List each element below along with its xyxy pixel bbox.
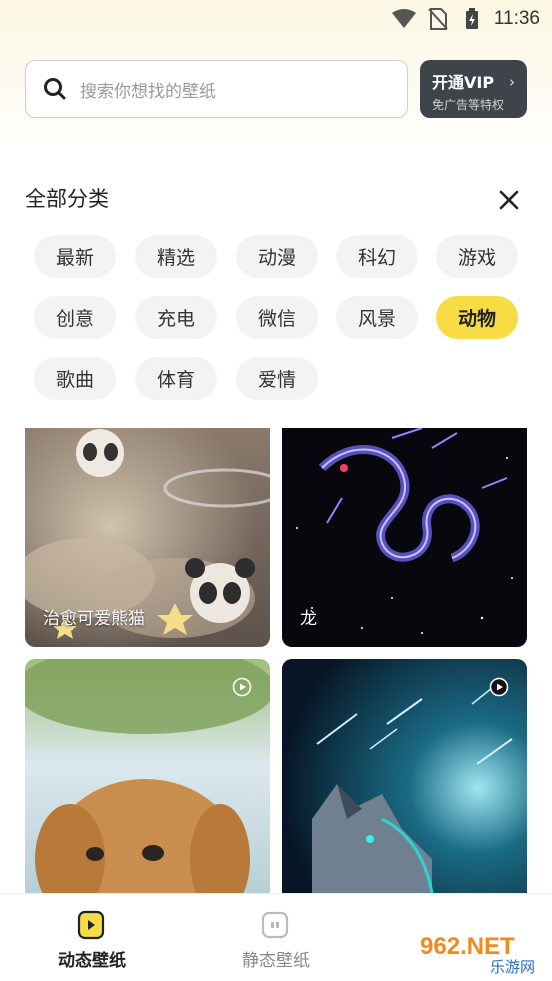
chip-label: 微信 [257, 308, 296, 330]
wallpaper-title: 龙 [300, 609, 317, 629]
chip-label: 精选 [156, 247, 195, 269]
chip-creative[interactable]: 创意 [34, 296, 116, 339]
search-input[interactable]: 搜索你想找的壁纸 [25, 60, 408, 118]
video-play-icon [489, 677, 509, 697]
no-sim-icon [426, 7, 450, 31]
image-square-icon [261, 911, 289, 939]
svg-text:乐游网: 乐游网 [490, 958, 535, 975]
battery-charging-icon [460, 7, 484, 31]
chip-label: 创意 [55, 308, 94, 330]
chip-scenery[interactable]: 风景 [336, 296, 418, 339]
search-icon [44, 78, 66, 100]
chip-songs[interactable]: 歌曲 [34, 357, 116, 400]
chip-label: 歌曲 [55, 369, 94, 391]
wallpaper-card[interactable] [25, 659, 270, 893]
search-placeholder: 搜索你想找的壁纸 [80, 81, 216, 102]
vip-button[interactable]: 开通VIP 免广告等特权 › [420, 60, 527, 118]
chip-label: 动漫 [257, 247, 296, 269]
chevron-right-icon: › [509, 73, 515, 91]
wallpaper-title: 治愈可爱熊猫 [43, 609, 145, 629]
svg-text:962.NET: 962.NET [420, 933, 515, 960]
play-square-icon [77, 910, 105, 940]
chip-scifi[interactable]: 科幻 [336, 235, 418, 278]
chip-latest[interactable]: 最新 [34, 235, 116, 278]
chip-sports[interactable]: 体育 [135, 357, 217, 400]
status-bar: 11:36 [0, 0, 552, 38]
nav-live-wallpaper[interactable]: 动态壁纸 [22, 894, 162, 981]
nav-label: 动态壁纸 [58, 951, 126, 971]
chip-label: 动物 [457, 308, 496, 330]
video-play-icon [232, 677, 252, 697]
chip-charging[interactable]: 充电 [135, 296, 217, 339]
chip-featured[interactable]: 精选 [135, 235, 217, 278]
wallpaper-card[interactable] [282, 659, 527, 893]
chip-anime[interactable]: 动漫 [236, 235, 318, 278]
status-time: 11:36 [493, 8, 540, 29]
chip-label: 风景 [357, 308, 396, 330]
chip-label: 体育 [156, 369, 195, 391]
nav-label: 静态壁纸 [242, 951, 310, 971]
close-icon[interactable] [495, 186, 523, 214]
chip-label: 最新 [55, 247, 94, 269]
chip-label: 充电 [156, 308, 195, 330]
wallpaper-card[interactable]: 龙 [282, 428, 527, 647]
chip-label: 科幻 [357, 247, 396, 269]
chip-animals[interactable]: 动物 [436, 296, 518, 339]
chip-label: 爱情 [257, 369, 296, 391]
category-title: 全部分类 [25, 187, 109, 211]
chip-games[interactable]: 游戏 [436, 235, 518, 278]
watermark-logo: 962.NET 乐游网 [420, 933, 535, 975]
chip-wechat[interactable]: 微信 [236, 296, 318, 339]
vip-subtitle: 免广告等特权 [432, 98, 505, 112]
wifi-icon [391, 7, 416, 31]
wallpaper-card[interactable]: 治愈可爱熊猫 [25, 428, 270, 647]
dragon-thumbnail [282, 428, 527, 647]
chip-love[interactable]: 爱情 [236, 357, 318, 400]
nav-static-wallpaper[interactable]: 静态壁纸 [206, 894, 346, 981]
chip-label: 游戏 [457, 247, 496, 269]
